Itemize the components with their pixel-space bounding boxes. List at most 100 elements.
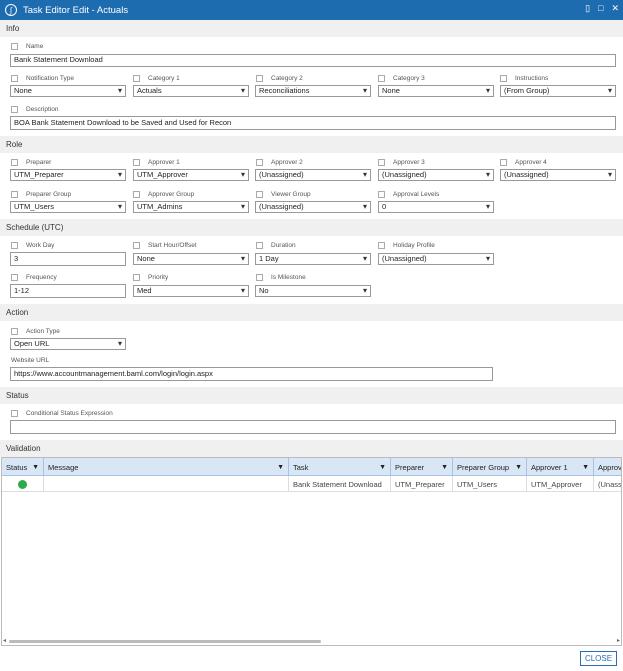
work-day-label: Work Day — [26, 241, 55, 249]
category2-label: Category 2 — [271, 74, 303, 82]
category3-select[interactable]: None — [378, 85, 494, 97]
approver2-checkbox[interactable] — [256, 158, 263, 166]
col-message-header[interactable]: Message ▼ — [44, 458, 289, 476]
approver-group-label: Approver Group — [148, 190, 195, 198]
approver1-cell: UTM_Approver — [527, 476, 594, 492]
is-milestone-select[interactable]: No — [255, 285, 371, 297]
holiday-profile-checkbox[interactable] — [378, 241, 385, 249]
category2-checkbox[interactable] — [256, 74, 263, 82]
name-checkbox[interactable] — [11, 42, 18, 50]
category3-checkbox[interactable] — [378, 74, 385, 82]
scroll-left-icon[interactable]: ◂ — [3, 637, 6, 644]
category1-label: Category 1 — [148, 74, 180, 82]
start-hour-checkbox[interactable] — [133, 241, 140, 249]
notification-type-select[interactable]: None — [10, 85, 126, 97]
is-milestone-checkbox[interactable] — [256, 273, 263, 281]
viewer-group-select[interactable]: (Unassigned) — [255, 201, 371, 213]
preparer-group-cell: UTM_Users — [453, 476, 527, 492]
section-action: Action — [0, 304, 623, 321]
category1-select[interactable]: Actuals — [133, 85, 249, 97]
maximize-icon[interactable]: □ — [598, 3, 603, 14]
approver1-select[interactable]: UTM_Approver — [133, 169, 249, 181]
start-hour-label: Start Hour/Offset — [148, 241, 197, 249]
instructions-checkbox[interactable] — [500, 74, 507, 82]
filter-icon[interactable]: ▼ — [582, 464, 589, 471]
frequency-input[interactable]: 1-12 — [10, 284, 126, 298]
preparer-label: Preparer — [26, 158, 52, 166]
approver4-select[interactable]: (Unassigned) — [500, 169, 616, 181]
title-bar: ∫ Task Editor Edit - Actuals ▯ □ ✕ — [0, 0, 623, 20]
table-row[interactable]: Bank Statement Download UTM_Preparer UTM… — [2, 476, 621, 492]
category2-select[interactable]: Reconciliations — [255, 85, 371, 97]
app-logo-icon: ∫ — [5, 4, 17, 16]
preparer-cell: UTM_Preparer — [391, 476, 453, 492]
scrollbar-thumb[interactable] — [9, 640, 321, 643]
preparer-group-checkbox[interactable] — [11, 190, 18, 198]
preparer-group-label: Preparer Group — [26, 190, 72, 198]
holiday-profile-select[interactable]: (Unassigned) — [378, 253, 494, 265]
approval-levels-checkbox[interactable] — [378, 190, 385, 198]
filter-icon[interactable]: ▼ — [515, 464, 522, 471]
filter-icon[interactable]: ▼ — [32, 464, 39, 471]
approver4-label: Approver 4 — [515, 158, 547, 166]
description-input[interactable]: BOA Bank Statement Download to be Saved … — [10, 116, 616, 130]
frequency-checkbox[interactable] — [11, 273, 18, 281]
start-hour-select[interactable]: None — [133, 253, 249, 265]
duration-checkbox[interactable] — [256, 241, 263, 249]
priority-label: Priority — [148, 273, 169, 281]
work-day-input[interactable]: 3 — [10, 252, 126, 266]
preparer-select[interactable]: UTM_Preparer — [10, 169, 126, 181]
instructions-label: Instructions — [515, 74, 549, 82]
description-label: Description — [26, 105, 59, 113]
approver2-select[interactable]: (Unassigned) — [255, 169, 371, 181]
work-day-checkbox[interactable] — [11, 241, 18, 249]
preparer-checkbox[interactable] — [11, 158, 18, 166]
col-preparer-header[interactable]: Preparer ▼ — [391, 458, 453, 476]
conditional-status-input[interactable] — [10, 420, 616, 434]
website-url-input[interactable]: https://www.accountmanagement.baml.com/l… — [10, 367, 493, 381]
status-cell — [2, 476, 44, 492]
notification-type-checkbox[interactable] — [11, 74, 18, 82]
filter-icon[interactable]: ▼ — [441, 464, 448, 471]
col-task-header[interactable]: Task ▼ — [289, 458, 391, 476]
priority-select[interactable]: Med — [133, 285, 249, 297]
col-approver-next-header[interactable]: Approv — [594, 458, 621, 476]
approver3-checkbox[interactable] — [378, 158, 385, 166]
scroll-right-icon[interactable]: ▸ — [617, 637, 620, 644]
description-checkbox[interactable] — [11, 105, 18, 113]
notification-type-label: Notification Type — [26, 74, 74, 82]
filter-icon[interactable]: ▼ — [379, 464, 386, 471]
approval-levels-select[interactable]: 0 — [378, 201, 494, 213]
holiday-profile-label: Holiday Profile — [393, 241, 435, 249]
instructions-select[interactable]: (From Group) — [500, 85, 616, 97]
category1-checkbox[interactable] — [133, 74, 140, 82]
col-approver1-header[interactable]: Approver 1 ▼ — [527, 458, 594, 476]
approver2-label: Approver 2 — [271, 158, 303, 166]
approver4-checkbox[interactable] — [500, 158, 507, 166]
action-type-select[interactable]: Open URL — [10, 338, 126, 350]
action-type-checkbox[interactable] — [11, 327, 18, 335]
validation-grid: Status ▼ Message ▼ Task ▼ Preparer ▼ Prepare… — [1, 457, 622, 646]
close-button[interactable]: CLOSE — [580, 651, 617, 666]
col-status-header[interactable]: Status ▼ — [2, 458, 44, 476]
horizontal-scrollbar[interactable]: ◂ ▸ — [1, 637, 622, 645]
priority-checkbox[interactable] — [133, 273, 140, 281]
viewer-group-label: Viewer Group — [271, 190, 311, 198]
close-icon[interactable]: ✕ — [611, 3, 619, 14]
restore-icon[interactable]: ▯ — [585, 3, 590, 14]
duration-select[interactable]: 1 Day — [255, 253, 371, 265]
name-label-row: Name — [11, 41, 43, 51]
conditional-status-checkbox[interactable] — [11, 409, 18, 417]
col-preparer-group-header[interactable]: Preparer Group ▼ — [453, 458, 527, 476]
approver3-select[interactable]: (Unassigned) — [378, 169, 494, 181]
viewer-group-checkbox[interactable] — [256, 190, 263, 198]
section-role: Role — [0, 136, 623, 153]
name-input[interactable]: Bank Statement Download — [10, 54, 616, 67]
duration-label: Duration — [271, 241, 296, 249]
preparer-group-select[interactable]: UTM_Users — [10, 201, 126, 213]
grid-header: Status ▼ Message ▼ Task ▼ Preparer ▼ Prepare… — [2, 458, 621, 476]
approver-group-checkbox[interactable] — [133, 190, 140, 198]
approver1-checkbox[interactable] — [133, 158, 140, 166]
approver-group-select[interactable]: UTM_Admins — [133, 201, 249, 213]
filter-icon[interactable]: ▼ — [277, 464, 284, 471]
